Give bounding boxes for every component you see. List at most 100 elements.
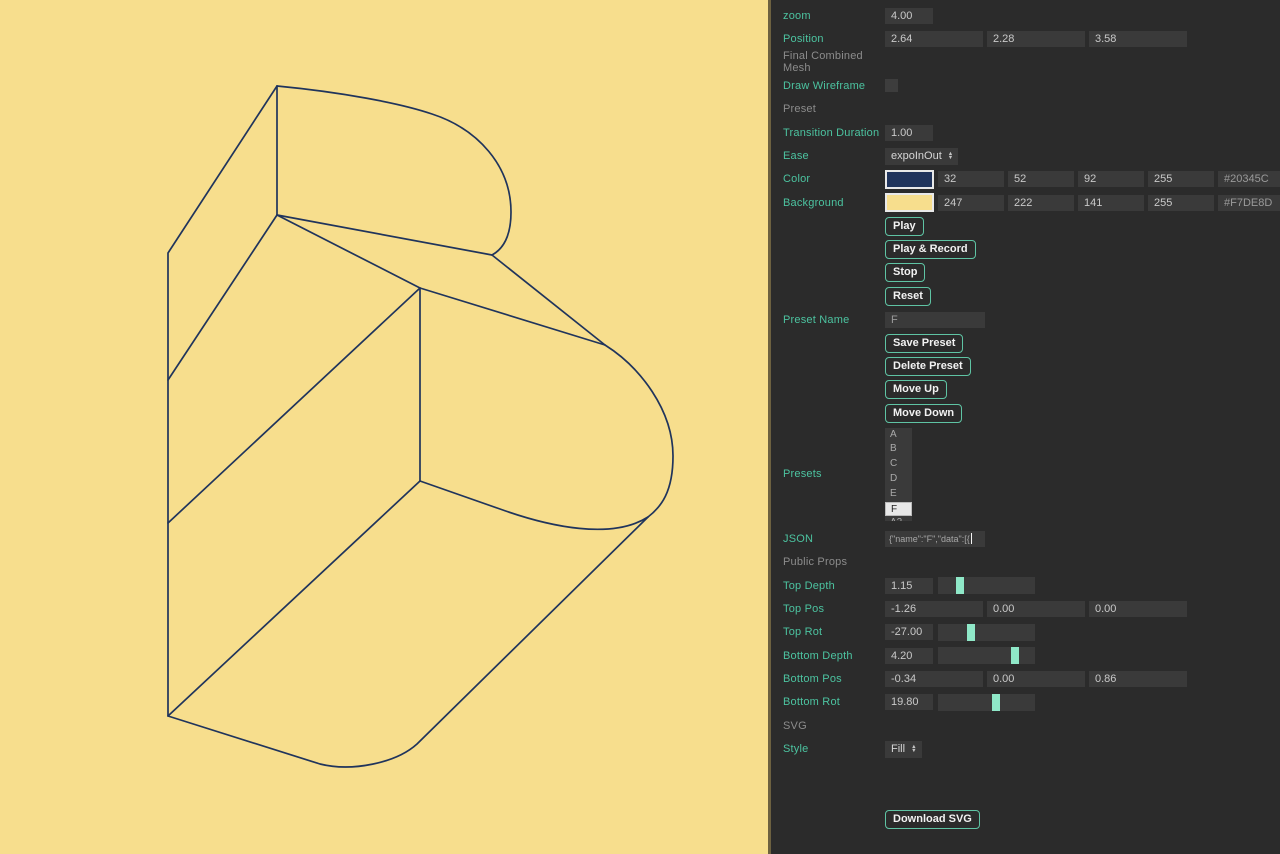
row-save-preset: Save Preset: [783, 331, 1280, 354]
public-props-label: Public Props: [783, 556, 885, 568]
top-pos-y-input[interactable]: 0.00: [987, 601, 1085, 617]
transition-duration-input[interactable]: 1.00: [885, 125, 933, 141]
transition-duration-label: Transition Duration: [783, 127, 885, 139]
row-final-combined-mesh: Final Combined Mesh: [783, 51, 1280, 74]
position-x-input[interactable]: 2.64: [885, 31, 983, 47]
bottom-pos-x-input[interactable]: -0.34: [885, 671, 983, 687]
zoom-input[interactable]: 4.00: [885, 8, 933, 24]
preset-item-a[interactable]: A: [885, 428, 912, 443]
top-pos-z-input[interactable]: 0.00: [1089, 601, 1187, 617]
bottom-rot-label: Bottom Rot: [783, 696, 885, 708]
bottom-rot-input[interactable]: 19.80: [885, 694, 933, 710]
bottom-depth-slider[interactable]: [938, 647, 1035, 664]
position-label: Position: [783, 33, 885, 45]
color-swatch[interactable]: [885, 170, 934, 189]
style-select-value: Fill: [891, 743, 905, 755]
bottom-depth-input[interactable]: 4.20: [885, 648, 933, 664]
color-r-input[interactable]: 32: [938, 171, 1004, 187]
color-label: Color: [783, 173, 885, 185]
preset-item-c[interactable]: C: [885, 457, 912, 472]
row-bottom-rot: Bottom Rot 19.80: [783, 691, 1280, 714]
curve-j3-c2: [420, 481, 648, 529]
background-swatch[interactable]: [885, 193, 934, 212]
row-top-depth: Top Depth 1.15: [783, 574, 1280, 597]
move-down-button[interactable]: Move Down: [885, 404, 962, 423]
bottom-pos-y-input[interactable]: 0.00: [987, 671, 1085, 687]
bottom-rot-slider[interactable]: [938, 694, 1035, 711]
preset-item-d[interactable]: D: [885, 472, 912, 487]
top-depth-input[interactable]: 1.15: [885, 578, 933, 594]
row-download-svg: Download SVG: [783, 808, 1280, 831]
move-up-button[interactable]: Move Up: [885, 380, 947, 399]
bottom-rot-slider-handle[interactable]: [992, 694, 1000, 711]
json-value: {"name":"F","data":[{: [889, 531, 970, 547]
background-a-input[interactable]: 255: [1148, 195, 1214, 211]
json-label: JSON: [783, 533, 885, 545]
background-label: Background: [783, 197, 885, 209]
row-bottom-depth: Bottom Depth 4.20: [783, 644, 1280, 667]
save-preset-button[interactable]: Save Preset: [885, 334, 963, 353]
preset-item-b[interactable]: B: [885, 442, 912, 457]
edge-j1-j2: [277, 215, 420, 288]
row-svg-section: SVG: [783, 714, 1280, 737]
background-b-input[interactable]: 141: [1078, 195, 1144, 211]
download-svg-button[interactable]: Download SVG: [885, 810, 980, 829]
row-color: Color 32 52 92 255 #20345C: [783, 168, 1280, 191]
row-zoom: zoom 4.00: [783, 4, 1280, 27]
json-input[interactable]: {"name":"F","data":[{: [885, 531, 985, 547]
row-top-rot: Top Rot -27.00: [783, 621, 1280, 644]
viewport-canvas[interactable]: [0, 0, 768, 854]
row-stop: Stop: [783, 261, 1280, 284]
bottom-pos-z-input[interactable]: 0.86: [1089, 671, 1187, 687]
preset-item-e[interactable]: E: [885, 487, 912, 502]
presets-label: Presets: [783, 468, 885, 480]
row-draw-wireframe: Draw Wireframe: [783, 74, 1280, 97]
top-depth-label: Top Depth: [783, 580, 885, 592]
reset-button[interactable]: Reset: [885, 287, 931, 306]
play-record-button[interactable]: Play & Record: [885, 240, 976, 259]
row-top-pos: Top Pos -1.26 0.00 0.00: [783, 597, 1280, 620]
draw-wireframe-checkbox[interactable]: [885, 79, 898, 92]
preset-item-f-selected[interactable]: F: [885, 502, 912, 517]
top-rot-input[interactable]: -27.00: [885, 624, 933, 640]
row-bottom-pos: Bottom Pos -0.34 0.00 0.86: [783, 667, 1280, 690]
position-z-input[interactable]: 3.58: [1089, 31, 1187, 47]
row-preset-name: Preset Name F: [783, 308, 1280, 331]
svg-section-label: SVG: [783, 720, 885, 732]
top-pos-x-input[interactable]: -1.26: [885, 601, 983, 617]
background-hex-input[interactable]: #F7DE8D: [1218, 195, 1280, 211]
bottom-depth-slider-handle[interactable]: [1011, 647, 1019, 664]
background-g-input[interactable]: 222: [1008, 195, 1074, 211]
top-depth-slider[interactable]: [938, 577, 1035, 594]
top-rot-slider[interactable]: [938, 624, 1035, 641]
ease-select[interactable]: expoInOut ▲▼: [885, 148, 958, 165]
row-play-record: Play & Record: [783, 238, 1280, 261]
preset-item-a2[interactable]: A2: [885, 516, 912, 520]
stop-button[interactable]: Stop: [885, 263, 925, 282]
play-button[interactable]: Play: [885, 217, 924, 236]
delete-preset-button[interactable]: Delete Preset: [885, 357, 971, 376]
presets-list[interactable]: A B C D E F A2: [885, 428, 912, 521]
curve-bottom-bowl: [605, 345, 673, 517]
top-rot-slider-handle[interactable]: [967, 624, 975, 641]
top-depth-slider-handle[interactable]: [956, 577, 964, 594]
control-panel: zoom 4.00 Position 2.64 2.28 3.58 Final …: [768, 0, 1280, 854]
color-b-input[interactable]: 92: [1078, 171, 1144, 187]
color-g-input[interactable]: 52: [1008, 171, 1074, 187]
row-position: Position 2.64 2.28 3.58: [783, 27, 1280, 50]
final-combined-mesh-label: Final Combined Mesh: [783, 50, 885, 74]
color-hex-input[interactable]: #20345C: [1218, 171, 1280, 187]
row-reset: Reset: [783, 285, 1280, 308]
draw-wireframe-label: Draw Wireframe: [783, 80, 885, 92]
row-move-down: Move Down: [783, 402, 1280, 425]
edge-j2-s2: [420, 288, 605, 345]
background-r-input[interactable]: 247: [938, 195, 1004, 211]
app: zoom 4.00 Position 2.64 2.28 3.58 Final …: [0, 0, 1280, 854]
row-delete-preset: Delete Preset: [783, 355, 1280, 378]
preset-name-input[interactable]: F: [885, 312, 985, 328]
row-json: JSON {"name":"F","data":[{: [783, 527, 1280, 550]
style-select[interactable]: Fill ▲▼: [885, 741, 922, 758]
position-y-input[interactable]: 2.28: [987, 31, 1085, 47]
row-play: Play: [783, 215, 1280, 238]
color-a-input[interactable]: 255: [1148, 171, 1214, 187]
